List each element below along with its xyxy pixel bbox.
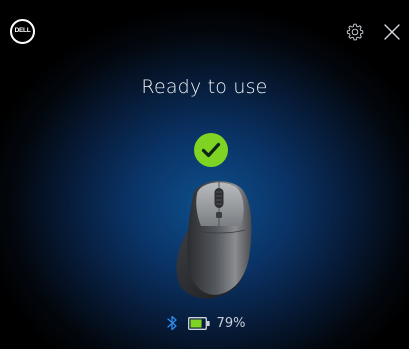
battery-percentage: 79% (216, 315, 246, 331)
logo-text: DELL (14, 27, 31, 35)
close-icon[interactable] (383, 23, 401, 41)
dell-logo: DELL (10, 19, 35, 44)
mouse-image (176, 181, 252, 299)
app-window: DELL Ready to use 79% (0, 0, 409, 349)
gear-icon[interactable] (345, 22, 365, 42)
status-title: Ready to use (141, 76, 268, 98)
connection-status-bar: 79% (0, 312, 409, 334)
battery-fill (190, 319, 202, 327)
checkmark-icon (194, 133, 228, 167)
battery-icon (187, 316, 210, 330)
bluetooth-icon (166, 315, 177, 331)
